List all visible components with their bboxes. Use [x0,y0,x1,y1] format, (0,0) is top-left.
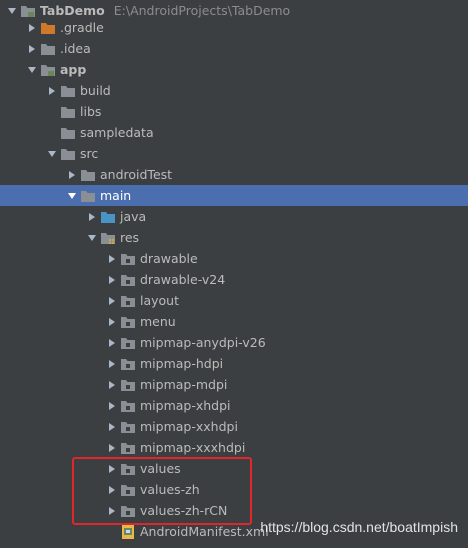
tree-item-label: mipmap-xhdpi [140,398,231,413]
expand-arrow-icon[interactable] [104,374,120,395]
tree-item-label: menu [140,314,176,329]
collapse-arrow-icon[interactable] [84,227,100,248]
project-path: E:\AndroidProjects\TabDemo [113,3,291,18]
tree-item-label: androidTest [100,167,173,182]
tree-item-label: build [80,83,111,98]
expand-arrow-icon[interactable] [104,416,120,437]
expand-arrow-icon[interactable] [104,311,120,332]
tree-row-androidtest[interactable]: androidTest [0,164,468,185]
tree-row-mipmap-hdpi[interactable]: mipmap-hdpi [0,353,468,374]
expand-arrow-icon[interactable] [104,437,120,458]
tree-item-label: main [100,188,132,203]
watermark: https://blog.csdn.net/boatImpish [260,519,458,535]
folder-icon [80,185,97,206]
collapse-arrow-icon[interactable] [24,59,40,80]
tree-row-mipmap-anydpi-v26[interactable]: mipmap-anydpi-v26 [0,332,468,353]
package-folder-icon [120,395,137,416]
expand-arrow-icon[interactable] [104,332,120,353]
expand-arrow-icon[interactable] [84,206,100,227]
folder-icon [80,164,97,185]
tree-item-label: mipmap-xxhdpi [140,419,238,434]
tree-row-build[interactable]: build [0,80,468,101]
package-folder-icon [120,353,137,374]
folder-icon [60,122,77,143]
tree-row-mipmap-xxxhdpi[interactable]: mipmap-xxxhdpi [0,437,468,458]
tree-item-label: mipmap-mdpi [140,377,228,392]
package-folder-icon [120,437,137,458]
expand-arrow-icon[interactable] [104,269,120,290]
tree-item-label: drawable [140,251,198,266]
collapse-arrow-icon[interactable] [44,143,60,164]
tree-row-res[interactable]: res [0,227,468,248]
package-folder-icon [120,269,137,290]
tree-row-mipmap-mdpi[interactable]: mipmap-mdpi [0,374,468,395]
tree-item-label: src [80,146,99,161]
tree-row-menu[interactable]: menu [0,311,468,332]
tree-row-main[interactable]: main [0,185,468,206]
highlight-box [72,457,252,525]
collapse-arrow-icon[interactable] [64,185,80,206]
tree-row-java[interactable]: java [0,206,468,227]
tree-row-mipmap-xhdpi[interactable]: mipmap-xhdpi [0,395,468,416]
tree-row-mipmap-xxhdpi[interactable]: mipmap-xxhdpi [0,416,468,437]
expand-arrow-icon[interactable] [24,38,40,59]
expand-arrow-icon[interactable] [24,17,40,38]
expand-arrow-icon[interactable] [104,248,120,269]
tree-item-label: drawable-v24 [140,272,226,287]
expand-arrow-icon[interactable] [104,290,120,311]
tree-row-libs[interactable]: libs [0,101,468,122]
tree-item-label: java [120,209,147,224]
tree-row-app[interactable]: app [0,59,468,80]
package-folder-icon [120,311,137,332]
tree-item-label: layout [140,293,180,308]
tree-row-layout[interactable]: layout [0,290,468,311]
tree-item-label: mipmap-xxxhdpi [140,440,246,455]
expand-arrow-icon[interactable] [104,395,120,416]
module-folder-icon [40,59,57,80]
tree-row-sampledata[interactable]: sampledata [0,122,468,143]
tree-row--gradle[interactable]: .gradle [0,17,468,38]
folder-icon [60,80,77,101]
tree-item-label: mipmap-hdpi [140,356,224,371]
tree-item-label: sampledata [80,125,154,140]
tree-row--idea[interactable]: .idea [0,38,468,59]
expand-arrow-icon[interactable] [44,80,60,101]
folder-icon [60,143,77,164]
tree-item-label: .gradle [60,20,104,35]
package-folder-icon [120,374,137,395]
tree-item-label: libs [80,104,102,119]
resource-folder-icon [100,227,117,248]
folder-icon [60,101,77,122]
package-folder-icon [120,248,137,269]
expand-arrow-icon[interactable] [104,353,120,374]
tree-row-src[interactable]: src [0,143,468,164]
folder-icon [40,38,57,59]
source-folder-icon [100,206,117,227]
orange-folder-icon [40,17,57,38]
tree-item-label: res [120,230,140,245]
tree-row-drawable[interactable]: drawable [0,248,468,269]
tree-row-drawable-v24[interactable]: drawable-v24 [0,269,468,290]
tree-item-label: .idea [60,41,91,56]
package-folder-icon [120,290,137,311]
tree-item-label: mipmap-anydpi-v26 [140,335,266,350]
package-folder-icon [120,332,137,353]
package-folder-icon [120,416,137,437]
expand-arrow-icon[interactable] [64,164,80,185]
tree-item-label: app [60,62,87,77]
